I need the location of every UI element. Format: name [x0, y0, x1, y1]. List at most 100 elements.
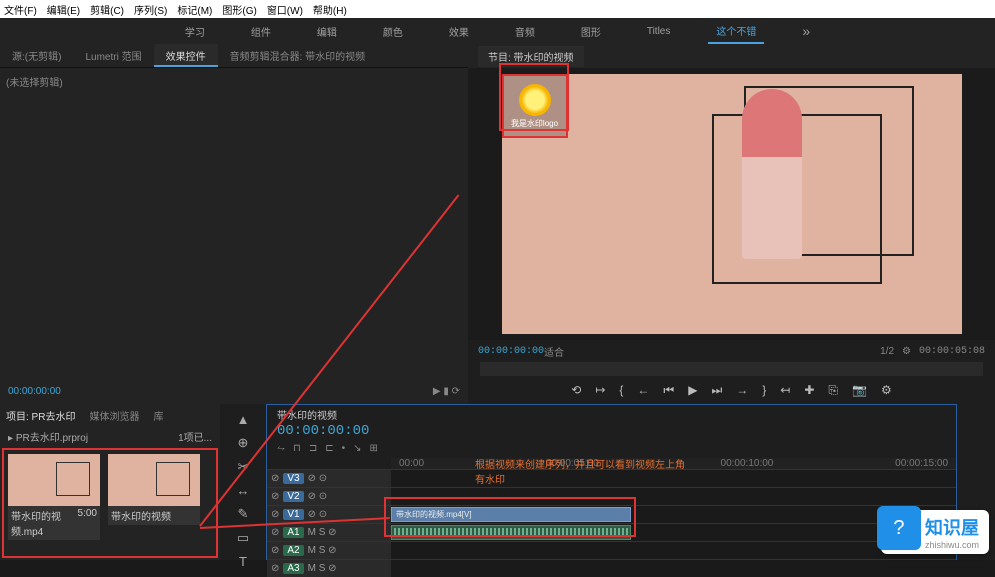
ws-audio[interactable]: 音频 [507, 20, 543, 43]
mark-out-brace-icon[interactable]: } [762, 383, 766, 397]
program-title-tab[interactable]: 节目: 带水印的视频 [478, 46, 584, 67]
footer-icons[interactable]: ▶ ▮ ⟳ [433, 386, 460, 400]
step-back-icon[interactable]: ← [637, 383, 649, 397]
tl-tool-5-icon[interactable]: • [342, 443, 346, 454]
ws-learn[interactable]: 学习 [177, 20, 213, 43]
ws-edit[interactable]: 编辑 [309, 20, 345, 43]
goto-start-icon[interactable]: ⏮ [663, 383, 674, 398]
monitor-info-bar: 00:00:00:00 适合 1/2 ⚙ 00:00:05:08 [468, 340, 995, 362]
clip-thumb-1[interactable]: 带水印的视频.mp45:00 [8, 454, 100, 552]
tab-project[interactable]: 项目: PR去水印 [6, 408, 75, 423]
menu-clip[interactable]: 剪辑(C) [90, 2, 124, 17]
export-frame-icon[interactable]: ✚ [804, 383, 814, 397]
site-watermark-badge: ? 知识屋 zhishiwu.com [881, 510, 989, 554]
tab-library[interactable]: 库 [153, 408, 163, 423]
settings-icon[interactable]: ⚙ [902, 346, 911, 357]
track-select-tool-icon[interactable]: ⊕ [238, 435, 249, 451]
model-graphic [702, 104, 892, 294]
thumb-dur: 5:00 [78, 508, 97, 538]
track-a2[interactable]: ⊘A2M S ⊘ [267, 541, 956, 559]
ruler-tick: 00:00 [399, 458, 424, 469]
effect-controls-body: (未选择剪辑) [0, 68, 468, 382]
tl-tool-3-icon[interactable]: ⊐ [309, 443, 317, 454]
button-editor-icon[interactable]: ⚙ [881, 383, 892, 397]
site-name: 知识屋 [925, 514, 979, 540]
lift-icon[interactable]: ↤ [780, 383, 790, 397]
menu-help[interactable]: 帮助(H) [313, 2, 347, 17]
ws-more-icon[interactable]: » [794, 19, 818, 43]
project-panel: 项目: PR去水印 媒体浏览器 库 ▸ PR去水印.prproj 1项已... … [0, 404, 220, 560]
track-a1[interactable]: ⊘A1M S ⊘ [267, 523, 956, 541]
goto-end-icon[interactable]: ⏭ [711, 383, 722, 398]
rectangle-tool-icon[interactable]: ▭ [237, 530, 249, 546]
monitor-viewport: 我是水印logo [468, 68, 995, 340]
workspace-tabs: 学习 组件 编辑 颜色 效果 音频 图形 Titles 这个不错 » [0, 18, 995, 44]
program-monitor-panel: 节目: 带水印的视频 我是水印logo 00:00:00:00 适合 1/2 ⚙… [468, 44, 995, 404]
ws-assembly[interactable]: 组件 [243, 20, 279, 43]
insert-icon[interactable]: ↦ [595, 383, 605, 397]
resolution-dropdown[interactable]: 1/2 [880, 346, 894, 357]
menu-marker[interactable]: 标记(M) [177, 2, 212, 17]
track-a3[interactable]: ⊘A3M S ⊘ [267, 559, 956, 577]
menu-edit[interactable]: 编辑(E) [47, 2, 80, 17]
project-bin-name[interactable]: PR去水印.prproj [16, 433, 88, 444]
fit-dropdown[interactable]: 适合 [544, 344, 564, 359]
tl-tool-4-icon[interactable]: ⊏ [325, 443, 333, 454]
model-figure [742, 89, 802, 259]
watermark-text: 我是水印logo [511, 118, 558, 129]
source-panel-tabs: 源:(无剪辑) Lumetri 范围 效果控件 音频剪辑混合器: 带水印的视频 [0, 44, 468, 68]
project-tabs: 项目: PR去水印 媒体浏览器 库 [0, 404, 220, 427]
ruler-tick: 00:00:15:00 [895, 458, 948, 469]
audio-clip[interactable] [391, 525, 631, 540]
slip-tool-icon[interactable]: ↔ [237, 483, 250, 498]
site-domain: zhishiwu.com [925, 540, 979, 550]
thumb-label: 带水印的视频.mp4 [11, 508, 78, 538]
bin-arrow-icon[interactable]: ▸ [8, 433, 13, 444]
tab-media-browser[interactable]: 媒体浏览器 [89, 408, 139, 423]
item-count: 1项已... [178, 429, 212, 444]
tl-tool-2-icon[interactable]: ⊓ [293, 443, 301, 454]
site-logo-icon: ? [877, 506, 921, 550]
clip-thumb-2[interactable]: 带水印的视频 [108, 454, 200, 552]
pen-tool-icon[interactable]: ✎ [238, 506, 249, 522]
playhead-time[interactable]: 00:00:00:00 [478, 346, 544, 357]
tab-source[interactable]: 源:(无剪辑) [0, 44, 73, 67]
play-icon[interactable]: ▶ [688, 383, 697, 397]
video-clip[interactable]: 带水印的视频.mp4[V] [391, 507, 631, 522]
track-v1[interactable]: ⊘V1⊘ ⊙带水印的视频.mp4[V] [267, 505, 956, 523]
ws-custom[interactable]: 这个不错 [708, 19, 764, 44]
menu-sequence[interactable]: 序列(S) [134, 2, 167, 17]
track-v2[interactable]: ⊘V2⊘ ⊙ [267, 487, 956, 505]
tab-audio-mixer[interactable]: 音频剪辑混合器: 带水印的视频 [218, 44, 378, 67]
text-tool-icon[interactable]: T [239, 554, 247, 569]
ws-effects[interactable]: 效果 [441, 20, 477, 43]
thumb-image [108, 454, 200, 506]
tab-lumetri[interactable]: Lumetri 范围 [73, 44, 153, 67]
ws-titles[interactable]: Titles [639, 22, 679, 41]
tab-effect-controls[interactable]: 效果控件 [154, 44, 218, 67]
sun-icon [519, 84, 551, 116]
timeline-playhead-time[interactable]: 00:00:00:00 [267, 423, 956, 439]
project-thumbnail-area: 带水印的视频.mp45:00 带水印的视频 [0, 446, 220, 560]
selection-tool-icon[interactable]: ▲ [237, 412, 250, 427]
ws-graphics[interactable]: 图形 [573, 20, 609, 43]
mark-in-brace-icon[interactable]: { [619, 383, 623, 397]
program-header: 节目: 带水印的视频 [468, 44, 995, 68]
tl-tool-6-icon[interactable]: ↘ [353, 443, 361, 454]
source-effects-panel: 源:(无剪辑) Lumetri 范围 效果控件 音频剪辑混合器: 带水印的视频 … [0, 44, 468, 404]
ws-color[interactable]: 颜色 [375, 20, 411, 43]
thumb-label: 带水印的视频 [111, 508, 171, 523]
tl-tool-1-icon[interactable]: ⥊ [277, 443, 285, 454]
scrub-bar[interactable] [480, 362, 983, 376]
menu-file[interactable]: 文件(F) [4, 2, 37, 17]
menu-graphic[interactable]: 图形(G) [222, 2, 256, 17]
tl-tool-7-icon[interactable]: ⊞ [370, 443, 378, 454]
compare-icon[interactable]: ⎘ [828, 383, 838, 398]
step-fwd-icon[interactable]: → [736, 383, 748, 397]
thumb-image [8, 454, 100, 506]
camera-icon[interactable]: 📷 [852, 383, 867, 397]
video-frame[interactable]: 我是水印logo [502, 74, 962, 334]
menu-window[interactable]: 窗口(W) [267, 2, 303, 17]
effect-controls-footer: 00:00:00:00 ▶ ▮ ⟳ [0, 382, 468, 404]
mark-in-icon[interactable]: ⟲ [571, 383, 581, 397]
